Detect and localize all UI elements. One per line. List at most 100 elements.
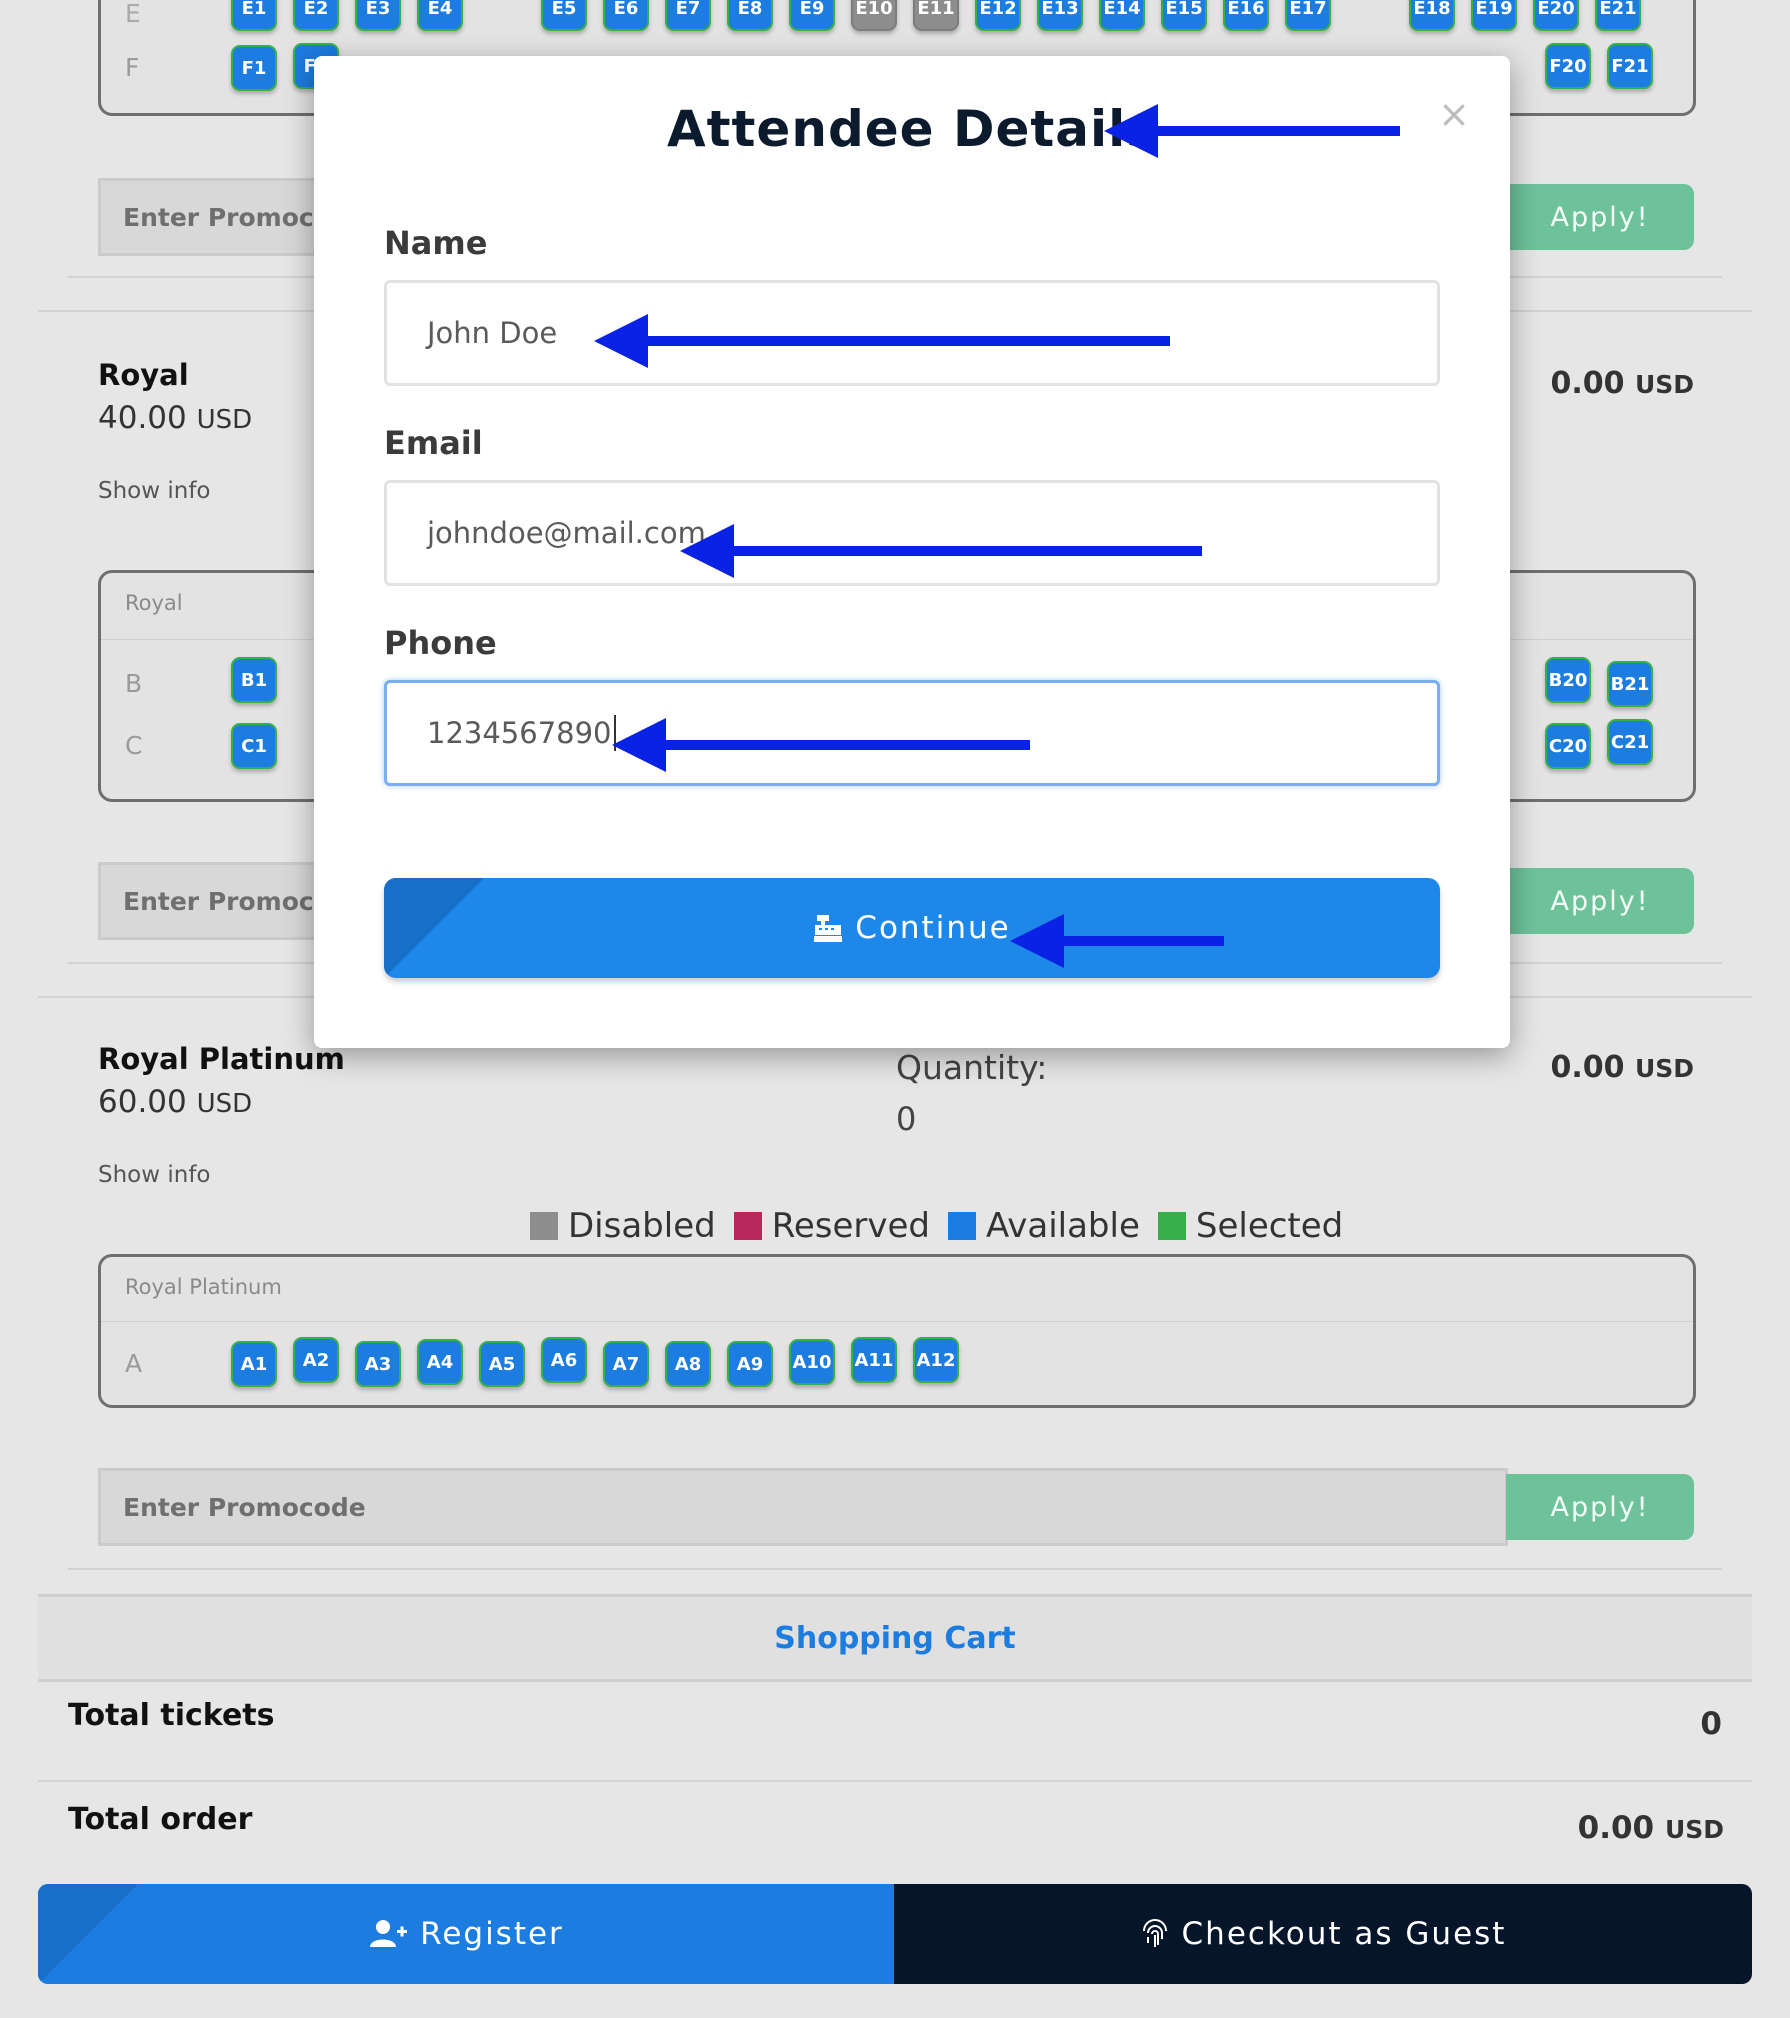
seat-e5[interactable]: E5 [541, 0, 587, 31]
annotation-arrow-icon [1104, 104, 1400, 158]
seat-a12[interactable]: A12 [913, 1337, 959, 1383]
guest-button-content: Checkout as Guest [1140, 1916, 1507, 1952]
seat-e21[interactable]: E21 [1595, 0, 1641, 31]
name-label: Name [384, 224, 488, 262]
phone-label: Phone [384, 624, 497, 662]
seat-c21[interactable]: C21 [1607, 719, 1653, 765]
button-corner-accent [38, 1884, 138, 1984]
seat-a1[interactable]: A1 [231, 1341, 277, 1387]
seat-legend: Disabled Reserved Available Selected [530, 1206, 1361, 1246]
subtotal-value: 0.00 [1550, 366, 1625, 401]
seat-a7[interactable]: A7 [603, 1341, 649, 1387]
seat-e11[interactable]: E11 [913, 0, 959, 31]
seat-e14[interactable]: E14 [1099, 0, 1145, 31]
seat-e12[interactable]: E12 [975, 0, 1021, 31]
price-currency: USD [196, 1089, 253, 1119]
seat-e18[interactable]: E18 [1409, 0, 1455, 31]
row-label-b: B [125, 669, 143, 698]
seat-e20[interactable]: E20 [1533, 0, 1579, 31]
seat-e3[interactable]: E3 [355, 0, 401, 31]
seat-e7[interactable]: E7 [665, 0, 711, 31]
seat-a3[interactable]: A3 [355, 1341, 401, 1387]
show-info-link[interactable]: Show info [98, 1162, 211, 1188]
button-corner-accent [384, 878, 484, 978]
legend-swatch-selected [1157, 1212, 1186, 1240]
price-value: 60.00 [98, 1084, 187, 1120]
row-label-e: E [125, 0, 141, 28]
seat-e16[interactable]: E16 [1223, 0, 1269, 31]
ticket-name-royal-platinum: Royal Platinum [98, 1042, 345, 1076]
quantity-label: Quantity: [896, 1048, 1048, 1087]
seat-a11[interactable]: A11 [851, 1337, 897, 1383]
seatmap-title: Royal [125, 591, 183, 615]
seat-c20[interactable]: C20 [1545, 723, 1591, 769]
seat-b20[interactable]: B20 [1545, 657, 1591, 703]
email-label: Email [384, 424, 483, 462]
legend-label: Disabled [568, 1206, 716, 1246]
seat-b1[interactable]: B1 [231, 657, 277, 703]
seat-a6[interactable]: A6 [541, 1337, 587, 1383]
seat-f21[interactable]: F21 [1607, 43, 1653, 89]
total-order-label: Total order [68, 1802, 253, 1837]
seat-a2[interactable]: A2 [293, 1337, 339, 1383]
close-icon[interactable]: × [1438, 92, 1470, 136]
email-value: johndoe@mail.com [427, 516, 706, 550]
total-tickets-value: 0 [1700, 1706, 1722, 1742]
ticket-price-royal: 40.00 USD [98, 400, 252, 436]
seat-a8[interactable]: A8 [665, 1341, 711, 1387]
seat-e4[interactable]: E4 [417, 0, 463, 31]
seat-c1[interactable]: C1 [231, 723, 277, 769]
apply-button-royal[interactable]: Apply! [1506, 868, 1694, 934]
seat-e2[interactable]: E2 [293, 0, 339, 31]
ticket-price-royal-platinum: 60.00 USD [98, 1084, 252, 1120]
seat-f1[interactable]: F1 [231, 45, 277, 91]
cart-title: Shopping Cart [774, 1620, 1016, 1656]
legend-disabled: Disabled [530, 1206, 716, 1246]
checkout-guest-button[interactable]: Checkout as Guest [894, 1884, 1752, 1984]
legend-swatch-available [947, 1212, 976, 1240]
register-button[interactable]: Register [38, 1884, 896, 1984]
quantity-value: 0 [896, 1100, 917, 1138]
seat-e15[interactable]: E15 [1161, 0, 1207, 31]
annotation-arrow-icon [612, 718, 1030, 772]
ticket-subtotal-royal-platinum: 0.00 USD [1550, 1050, 1694, 1085]
phone-value: 1234567890 [427, 716, 612, 750]
ticket-subtotal-royal: 0.00 USD [1550, 366, 1694, 401]
apply-button-top[interactable]: Apply! [1506, 184, 1694, 250]
seat-e1[interactable]: E1 [231, 0, 277, 31]
seat-a4[interactable]: A4 [417, 1339, 463, 1385]
ticket-name-royal: Royal [98, 358, 189, 392]
seat-b21[interactable]: B21 [1607, 661, 1653, 707]
legend-available: Available [947, 1206, 1140, 1246]
seat-e19[interactable]: E19 [1471, 0, 1517, 31]
row-label-c: C [125, 731, 143, 760]
total-order-value: 0.00 USD [1578, 1810, 1724, 1846]
price-currency: USD [196, 405, 253, 435]
seat-e6[interactable]: E6 [603, 0, 649, 31]
apply-button-royal-platinum[interactable]: Apply! [1506, 1474, 1694, 1540]
divider [101, 1321, 1693, 1322]
seat-f20[interactable]: F20 [1545, 43, 1591, 89]
seat-a9[interactable]: A9 [727, 1341, 773, 1387]
seat-e10[interactable]: E10 [851, 0, 897, 31]
cash-register-icon [814, 915, 843, 942]
subtotal-currency: USD [1634, 1054, 1694, 1083]
show-info-link[interactable]: Show info [98, 478, 211, 504]
seat-e8[interactable]: E8 [727, 0, 773, 31]
seat-e17[interactable]: E17 [1285, 0, 1331, 31]
seat-a10[interactable]: A10 [789, 1339, 835, 1385]
row-label-f: F [125, 53, 140, 82]
legend-label: Reserved [771, 1206, 930, 1246]
continue-label: Continue [855, 910, 1011, 946]
seat-a5[interactable]: A5 [479, 1341, 525, 1387]
total-tickets-label: Total tickets [68, 1698, 275, 1733]
seat-e13[interactable]: E13 [1037, 0, 1083, 31]
divider [68, 1568, 1722, 1570]
legend-reserved: Reserved [733, 1206, 930, 1246]
divider [38, 1780, 1752, 1782]
fingerprint-icon [1142, 1919, 1167, 1947]
continue-button-content: Continue [813, 910, 1010, 946]
seat-e9[interactable]: E9 [789, 0, 835, 31]
continue-button[interactable]: Continue [384, 878, 1440, 978]
promo-input-royal-platinum[interactable]: Enter Promocode [98, 1468, 1508, 1546]
